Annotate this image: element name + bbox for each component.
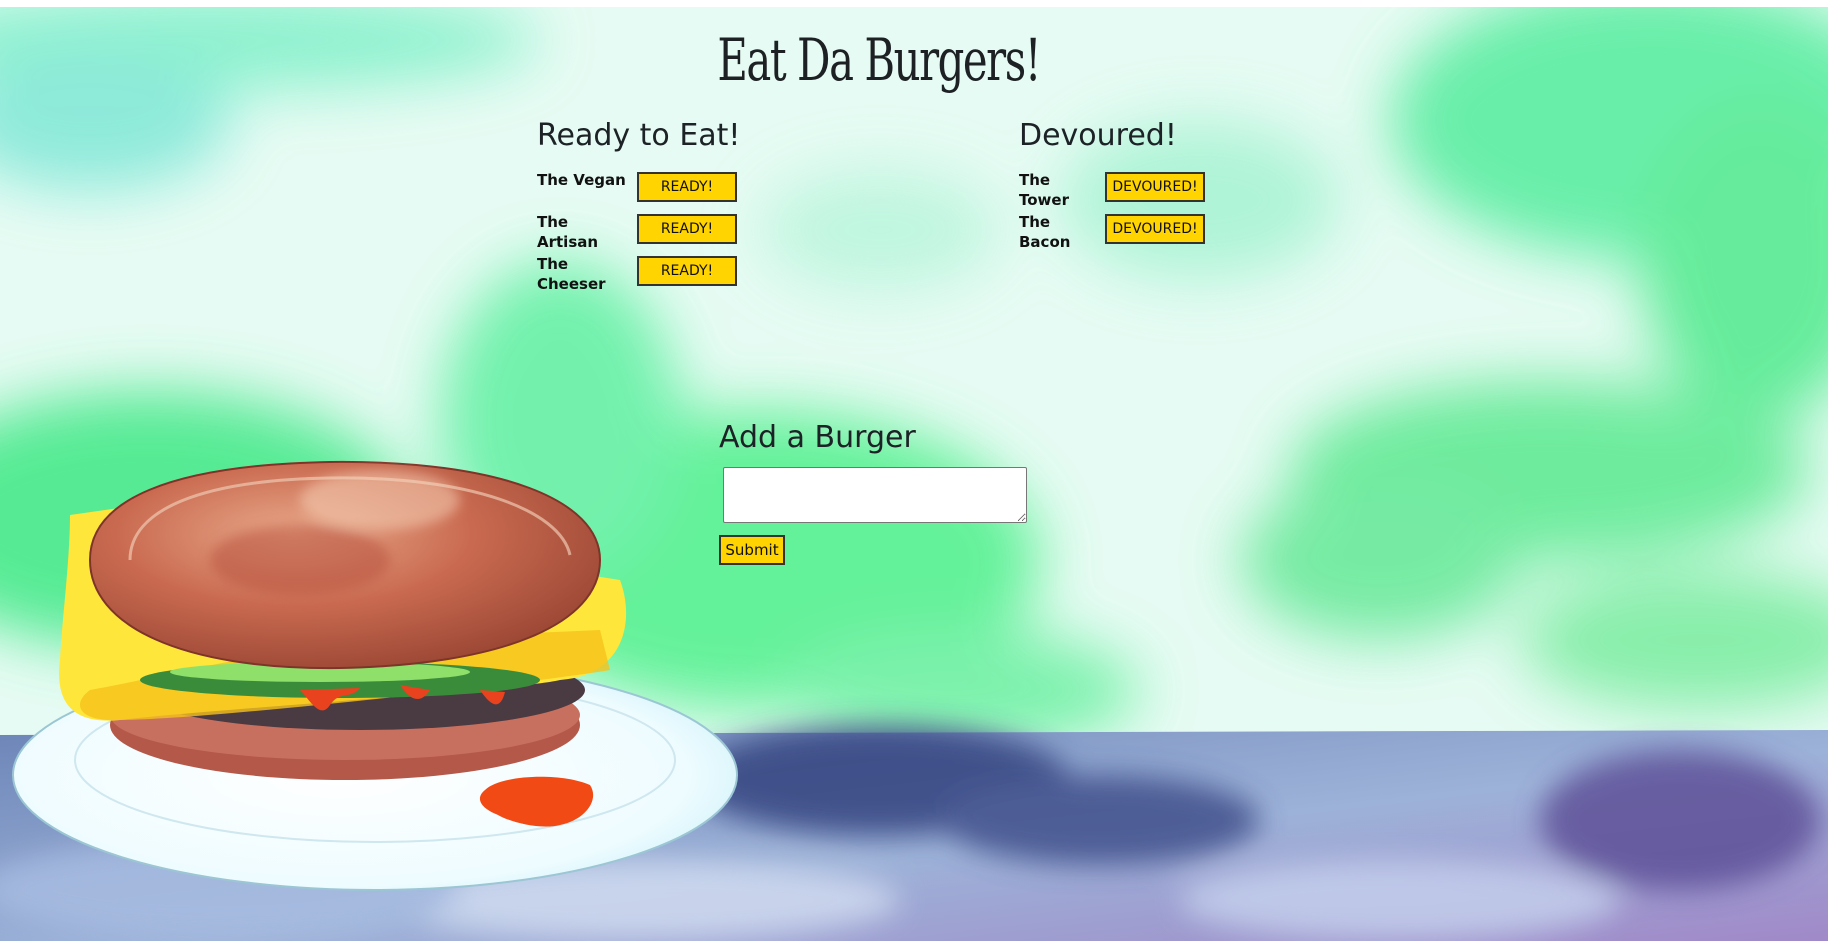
devoured-button[interactable]: DEVOURED! — [1105, 214, 1205, 244]
burger-name: The Tower — [1019, 171, 1069, 209]
devoured-section: Devoured! The Tower DEVOURED! The Bacon … — [1019, 118, 1205, 254]
burger-name: The Vegan — [537, 171, 626, 189]
top-strip — [0, 0, 1828, 7]
burger-name: The Cheeser — [537, 255, 606, 293]
submit-button[interactable]: Submit — [719, 535, 785, 565]
burger-list-item: The Vegan READY! — [537, 170, 740, 212]
ready-heading: Ready to Eat! — [537, 118, 741, 153]
ready-button[interactable]: READY! — [637, 214, 737, 244]
add-burger-heading: Add a Burger — [719, 420, 916, 455]
page-title: Eat Da Burgers! — [717, 26, 1041, 94]
ready-button[interactable]: READY! — [637, 172, 737, 202]
burger-list-item: The Bacon DEVOURED! — [1019, 212, 1205, 254]
devoured-heading: Devoured! — [1019, 118, 1177, 153]
burger-list-item: The Tower DEVOURED! — [1019, 170, 1205, 212]
burger-list-item: The Artisan READY! — [537, 212, 740, 254]
burger-name: The Bacon — [1019, 213, 1071, 251]
add-burger-form: Add a Burger Submit — [719, 420, 1027, 565]
burger-list-item: The Cheeser READY! — [537, 254, 740, 296]
ready-button[interactable]: READY! — [637, 256, 737, 286]
burger-name: The Artisan — [537, 213, 599, 251]
devoured-button[interactable]: DEVOURED! — [1105, 172, 1205, 202]
ready-to-eat-section: Ready to Eat! The Vegan READY! The Artis… — [537, 118, 740, 296]
burger-name-input[interactable] — [723, 467, 1027, 523]
